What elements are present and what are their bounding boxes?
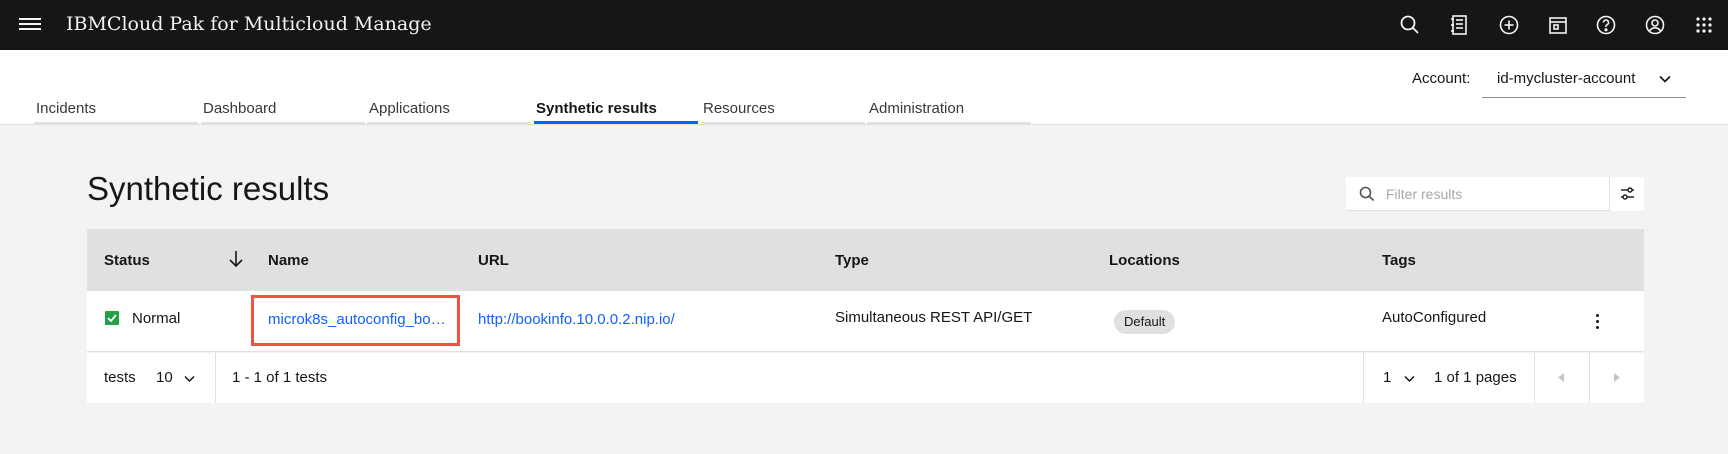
chevron-down-icon [1659,75,1671,83]
calendar-icon[interactable] [1546,13,1570,37]
user-icon[interactable] [1643,13,1667,37]
chevron-left-icon [1558,373,1564,382]
search-icon[interactable] [1398,13,1422,37]
tags-value: AutoConfigured [1382,309,1487,326]
column-locations[interactable]: Locations [1109,252,1180,269]
account-dropdown[interactable]: id-mycluster-account [1482,62,1686,98]
column-name[interactable]: Name [268,252,309,269]
tab-resources[interactable]: Resources [701,100,865,124]
hamburger-menu-icon[interactable] [19,15,41,35]
app-switcher-icon[interactable] [1692,13,1716,37]
tab-dashboard[interactable]: Dashboard [201,100,365,124]
overflow-menu-icon[interactable] [1587,311,1607,333]
status-check-icon [105,311,119,325]
table-header: Status Name URL Type Locations Tags [87,229,1644,291]
pagination: tests 10 1 - 1 of 1 tests 1 1 of 1 pages [87,353,1644,403]
test-url-link[interactable]: http://bookinfo.10.0.0.2.nip.io/ [478,311,675,328]
filter-search [1346,177,1609,211]
help-icon[interactable] [1594,13,1618,37]
filter-settings-button[interactable] [1609,177,1644,211]
table-row[interactable]: Normal microk8s_autoconfig_bookinfo http… [87,291,1644,352]
tab-synthetic-results[interactable]: Synthetic results [534,100,698,124]
sort-arrow-down-icon[interactable] [226,248,246,270]
sliders-icon [1621,187,1634,200]
column-tags[interactable]: Tags [1382,252,1416,269]
page-select[interactable]: 1 [1383,363,1423,393]
search-icon [1359,186,1375,202]
chevron-right-icon [1614,373,1620,382]
column-status[interactable]: Status [104,252,150,269]
status-text: Normal [132,310,181,327]
tab-incidents[interactable]: Incidents [34,100,198,124]
page-size-select[interactable]: 10 [156,363,201,393]
page-select-value: 1 [1383,369,1392,386]
column-url[interactable]: URL [478,252,509,269]
items-per-page-label: tests [104,369,136,386]
notebook-icon[interactable] [1447,13,1471,37]
chevron-down-icon [184,375,195,383]
page-title: Synthetic results [87,170,330,207]
page-size-value: 10 [156,369,173,386]
divider [215,353,216,403]
location-tag: Default [1114,310,1176,334]
chevron-down-icon [1404,375,1415,383]
column-type[interactable]: Type [835,252,869,269]
next-page-button[interactable] [1589,353,1644,403]
test-type: Simultaneous REST API/GET [835,309,1033,326]
tab-administration[interactable]: Administration [867,100,1031,124]
filter-results-input[interactable] [1386,183,1596,205]
account-value: id-mycluster-account [1497,70,1636,87]
add-icon[interactable] [1497,13,1521,37]
range-text: 1 - 1 of 1 tests [232,369,328,386]
pages-text: 1 of 1 pages [1434,369,1517,386]
product-name: IBMCloud Pak for Multicloud Manager [66,13,432,35]
tab-applications[interactable]: Applications [367,100,531,124]
test-name-link[interactable]: microk8s_autoconfig_bookinfo [268,311,449,328]
divider [1363,353,1364,403]
highlight-box: microk8s_autoconfig_bookinfo [251,295,460,346]
account-label: Account: [1412,70,1471,87]
prev-page-button[interactable] [1534,353,1589,403]
top-header: IBMCloud Pak for Multicloud Manager [0,0,1728,50]
